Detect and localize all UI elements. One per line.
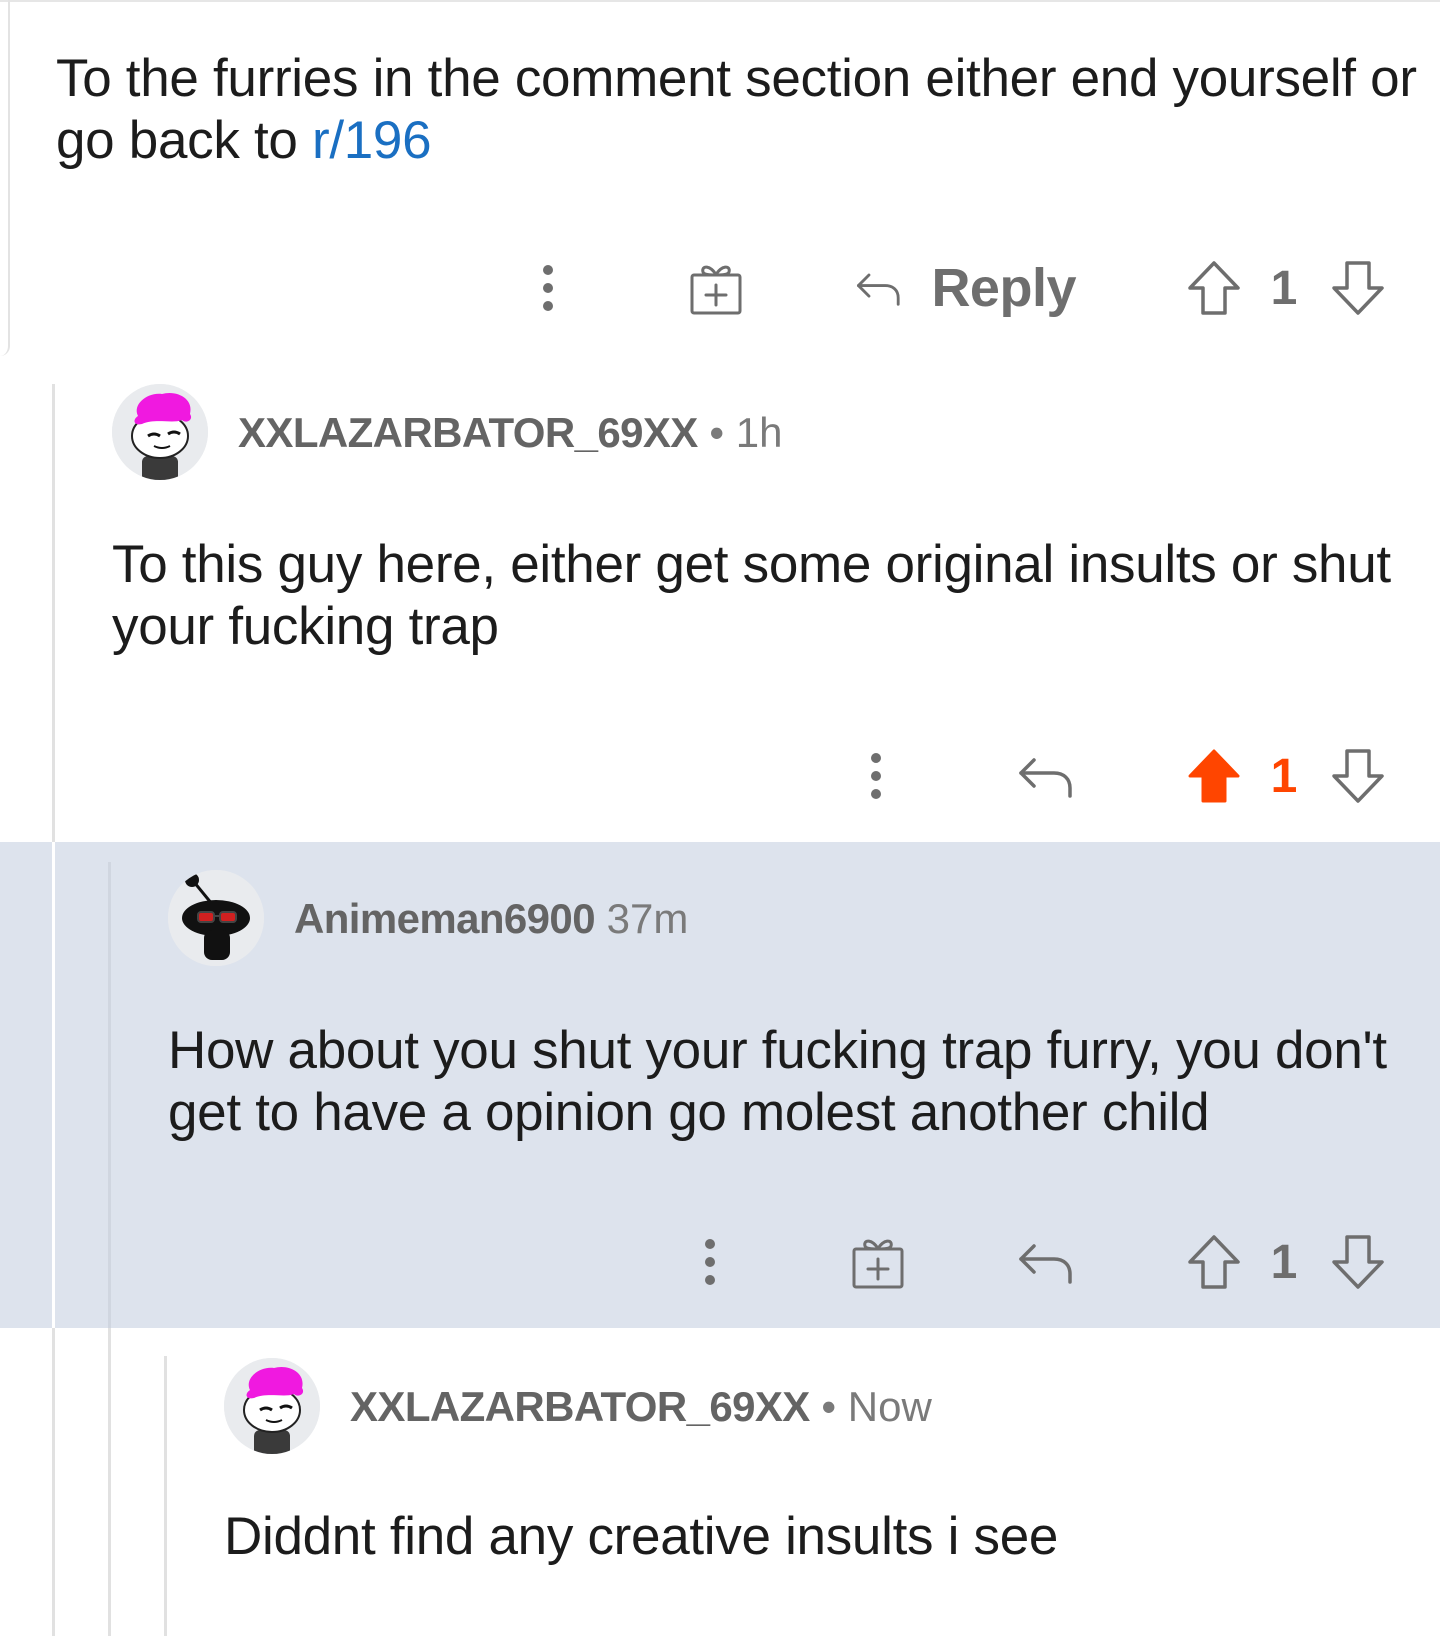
- reply-button[interactable]: Reply: [856, 248, 1076, 328]
- thread-rail[interactable]: [108, 1328, 111, 1636]
- downvote-button[interactable]: [1330, 248, 1386, 328]
- comment-body: To this guy here, either get some origin…: [112, 535, 1391, 656]
- snoo-pink-hair-avatar: [224, 1358, 320, 1454]
- comment-actions: Reply 1: [0, 248, 1440, 328]
- more-options-button[interactable]: [528, 248, 568, 328]
- comment-time: 1h: [735, 409, 783, 456]
- comment-body: How about you shut your fucking trap fur…: [168, 1021, 1387, 1142]
- avatar[interactable]: [224, 1358, 320, 1454]
- more-vertical-icon: [543, 265, 553, 311]
- downvote-button[interactable]: [1330, 1222, 1386, 1302]
- downvote-arrow-icon: [1332, 749, 1384, 803]
- comment-meta: XXLAZARBATOR_69XX • Now: [350, 1382, 932, 1432]
- comment-body: To the furries in the comment section ei…: [56, 49, 1417, 170]
- meta-separator: •: [821, 1383, 837, 1430]
- snoo-black-sunglasses-avatar: [168, 870, 264, 966]
- author-name[interactable]: XXLAZARBATOR_69XX: [238, 409, 698, 456]
- vote-count: 1: [1270, 261, 1298, 315]
- comment-actions: 1: [0, 736, 1440, 816]
- subreddit-link[interactable]: r/196: [312, 111, 432, 170]
- author-name[interactable]: XXLAZARBATOR_69XX: [350, 1383, 810, 1430]
- downvote-button[interactable]: [1330, 736, 1386, 816]
- more-vertical-icon: [705, 1239, 715, 1285]
- upvote-arrow-icon: [1188, 261, 1240, 315]
- comment-body: Diddnt find any creative insults i see: [224, 1507, 1059, 1566]
- more-options-button[interactable]: [856, 736, 896, 816]
- comment-thread: To the furries in the comment section ei…: [0, 0, 1440, 1636]
- avatar[interactable]: [168, 870, 264, 966]
- upvote-arrow-icon: [1188, 1235, 1240, 1289]
- reply-button[interactable]: [1016, 1222, 1076, 1302]
- comment-meta: Animeman6900 37m: [294, 894, 688, 944]
- award-button[interactable]: [688, 248, 744, 328]
- downvote-arrow-icon: [1332, 1235, 1384, 1289]
- gift-icon: [852, 1239, 904, 1289]
- downvote-arrow-icon: [1332, 261, 1384, 315]
- comment-meta: XXLAZARBATOR_69XX • 1h: [238, 408, 782, 458]
- upvote-arrow-filled-icon: [1188, 749, 1240, 803]
- vote-count: 1: [1270, 749, 1298, 803]
- comment-time: Now: [847, 1383, 932, 1430]
- avatar[interactable]: [112, 384, 208, 480]
- meta-separator: •: [709, 409, 725, 456]
- comment-actions: 1: [0, 1222, 1440, 1302]
- upvote-button[interactable]: [1186, 736, 1242, 816]
- divider: [0, 0, 1440, 2]
- reply-label: Reply: [931, 258, 1076, 318]
- upvote-button[interactable]: [1186, 1222, 1242, 1302]
- reply-button[interactable]: [1016, 736, 1076, 816]
- upvote-button[interactable]: [1186, 248, 1242, 328]
- comment-time: 37m: [606, 895, 689, 942]
- snoo-pink-hair-avatar: [112, 384, 208, 480]
- reply-arrow-icon: [1019, 1244, 1072, 1284]
- more-options-button[interactable]: [690, 1222, 730, 1302]
- vote-count: 1: [1270, 1235, 1298, 1289]
- gift-icon: [690, 265, 742, 315]
- author-name[interactable]: Animeman6900: [294, 895, 596, 942]
- award-button[interactable]: [850, 1222, 906, 1302]
- reply-arrow-icon: [1019, 758, 1072, 798]
- reply-arrow-icon: [857, 273, 900, 306]
- more-vertical-icon: [871, 753, 881, 799]
- thread-rail[interactable]: [164, 1356, 167, 1636]
